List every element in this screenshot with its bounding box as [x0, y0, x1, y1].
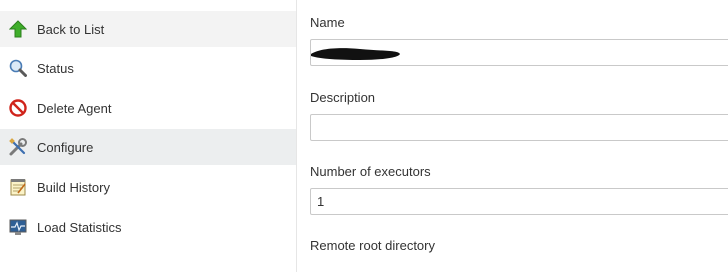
sidebar-item-load-statistics[interactable]: Load Statistics [0, 209, 296, 245]
sidebar-item-label: Status [37, 60, 74, 76]
sidebar-item-build-history[interactable]: Build History [0, 169, 296, 205]
notepad-icon [8, 177, 28, 197]
description-label: Description [310, 90, 376, 105]
sidebar-item-back-to-list[interactable]: Back to List [0, 11, 296, 47]
wrench-screwdriver-icon [8, 137, 28, 157]
no-entry-icon [8, 98, 28, 118]
sidebar-item-status[interactable]: Status [0, 50, 296, 86]
sidebar-item-label: Configure [37, 139, 94, 155]
magnifier-icon [8, 58, 28, 78]
sidebar: Back to List Status Delete Agent Configu… [0, 0, 297, 272]
up-arrow-icon [8, 19, 28, 39]
monitor-graph-icon [8, 217, 28, 237]
sidebar-item-configure[interactable]: Configure [0, 129, 296, 165]
sidebar-item-label: Back to List [37, 21, 105, 37]
sidebar-item-label: Load Statistics [37, 219, 122, 235]
sidebar-item-label: Build History [37, 179, 110, 195]
sidebar-item-delete-agent[interactable]: Delete Agent [0, 90, 296, 126]
executors-field[interactable] [310, 188, 728, 215]
configure-form: Name Description Number of executors Rem… [310, 0, 728, 272]
sidebar-item-label: Delete Agent [37, 100, 112, 116]
name-label: Name [310, 15, 345, 30]
description-field[interactable] [310, 114, 728, 141]
remote-root-label: Remote root directory [310, 238, 435, 253]
redaction-scribble [311, 48, 400, 60]
executors-label: Number of executors [310, 164, 431, 179]
